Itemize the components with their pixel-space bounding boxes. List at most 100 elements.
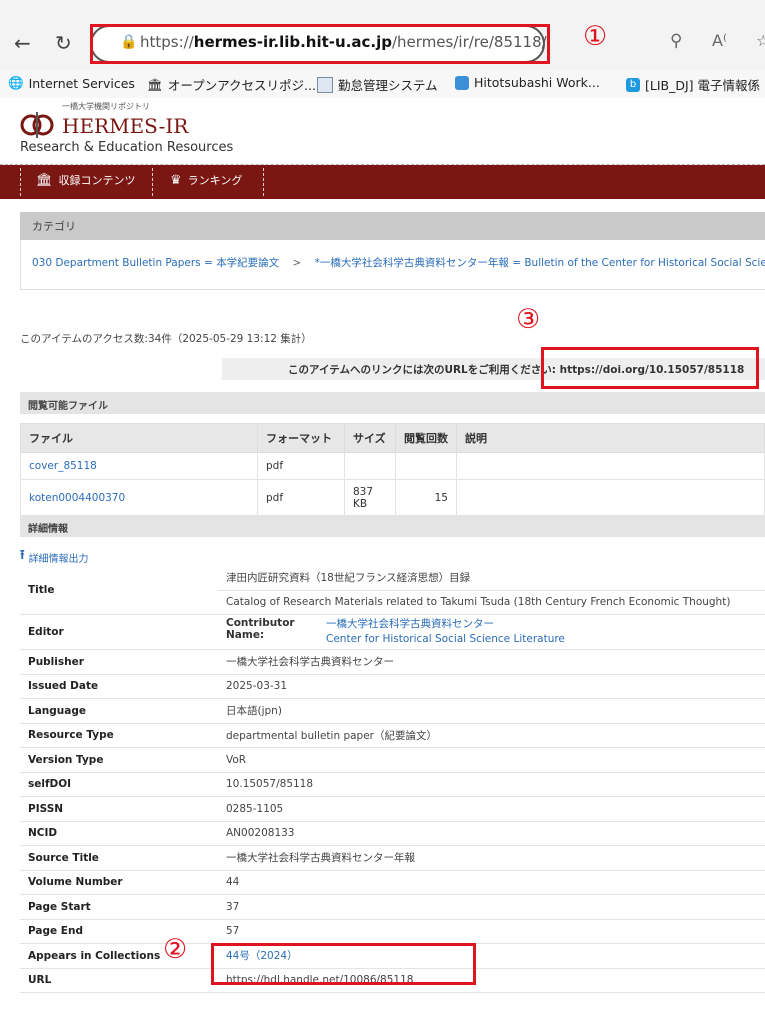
globe-icon: 🌐 [8, 75, 24, 90]
detail-value: 57 [218, 919, 765, 944]
bookmark-attendance[interactable]: 勤怠管理システム [317, 75, 438, 94]
annotation-3: ③ [516, 304, 541, 335]
category-header: カテゴリ [20, 212, 765, 240]
detail-key: Page Start [20, 894, 218, 920]
table-row: selfDOI 10.15057/85118 [20, 772, 765, 797]
table-row: Resource Type departmental bulletin paper… [20, 723, 765, 748]
b-app-icon: b [626, 77, 640, 92]
file-size [344, 452, 396, 480]
library-icon: 🏛 [36, 172, 53, 188]
contributor-link-en[interactable]: Center for Historical Social Science Lit… [326, 633, 565, 645]
crown-icon: ♛ [170, 172, 182, 188]
title-japanese: 津田内匠研究資料（18世紀フランス経済思想）目録 [218, 566, 765, 591]
file-link[interactable]: koten0004400370 [29, 492, 125, 504]
category-link-center[interactable]: *一橋大学社会科学古典資料センター年報 = Bulletin of the Ce… [315, 257, 765, 269]
detail-key: Source Title [20, 845, 218, 871]
detail-value: departmental bulletin paper（紀要論文） [218, 723, 765, 748]
contributor-label: Contributor Name: [226, 617, 295, 641]
file-views [395, 452, 457, 480]
detail-key: URL [20, 968, 218, 993]
category-link-bulletin[interactable]: 030 Department Bulletin Papers = 本学紀要論文 [32, 257, 279, 269]
table-row: Title 津田内匠研究資料（18世紀フランス経済思想）目録 [20, 566, 765, 615]
zoom-icon[interactable]: ⚲ [670, 31, 682, 51]
detail-value: 37 [218, 894, 765, 920]
files-section-header: 閲覧可能ファイル [20, 392, 765, 414]
detail-value: 44 [218, 870, 765, 895]
highlight-box-doi [541, 347, 759, 389]
file-size: 837 KB [344, 479, 396, 517]
nav-item-ranking[interactable]: ♛ ランキング [170, 172, 242, 188]
table-row: Editor Contributor Name: 一橋大学社会科学古典資料センター… [20, 614, 765, 650]
detail-key: Volume Number [20, 870, 218, 895]
back-arrow-icon[interactable]: ← [14, 31, 31, 55]
hermes-logo-icon[interactable] [20, 110, 54, 140]
highlight-box-url [90, 24, 550, 64]
col-file: ファイル [20, 423, 258, 453]
access-count: このアイテムのアクセス数:34件（2025-05-29 13:12 集計） [20, 333, 312, 345]
detail-table: Title 津田内匠研究資料（18世紀フランス経済思想）目録 Catalog o… [20, 566, 765, 993]
category-breadcrumb: 030 Department Bulletin Papers = 本学紀要論文 … [32, 255, 765, 270]
nav-divider [263, 168, 264, 196]
detail-section-header: 詳細情報 [20, 515, 765, 537]
bookmark-lib-dj[interactable]: b [LIB_DJ] 電子情報係 [626, 75, 760, 94]
detail-key: Publisher [20, 649, 218, 675]
detail-value: AN00208133 [218, 821, 765, 846]
nav-divider [152, 168, 153, 196]
read-aloud-icon[interactable]: A⁽ [712, 31, 727, 50]
editor-value: Contributor Name: 一橋大学社会科学古典資料センター Center … [218, 614, 765, 650]
upload-icon: ⭱ [20, 548, 25, 563]
bookmark-open-access[interactable]: 🏛 オープンアクセスリポジ... [147, 75, 316, 94]
detail-key: NCID [20, 821, 218, 846]
contributor-link-ja[interactable]: 一橋大学社会科学古典資料センター [326, 618, 494, 630]
col-size: サイズ [344, 423, 396, 453]
detail-key: Title [20, 566, 218, 615]
col-description: 説明 [456, 423, 765, 453]
breadcrumb-separator: > [292, 257, 302, 269]
detail-value: 0285-1105 [218, 796, 765, 822]
detail-key: Issued Date [20, 674, 218, 699]
detail-value: 日本語(jpn) [218, 698, 765, 724]
table-row: cover_85118 pdf [20, 452, 765, 480]
table-row: Page Start 37 [20, 894, 765, 920]
files-table: ファイル フォーマット サイズ 閲覧回数 説明 cover_85118 pdf … [20, 423, 765, 517]
detail-value: 一橋大学社会科学古典資料センター [218, 649, 765, 675]
detail-key: Editor [20, 614, 218, 650]
chart-icon [317, 76, 333, 93]
detail-value: 10.15057/85118 [218, 772, 765, 797]
highlight-box-handle [211, 943, 476, 985]
table-row: Source Title 一橋大学社会科学古典資料センター年報 [20, 845, 765, 871]
table-row: Publisher 一橋大学社会科学古典資料センター [20, 649, 765, 675]
detail-key: selfDOI [20, 772, 218, 797]
detail-key: PISSN [20, 796, 218, 822]
table-row: Page End 57 [20, 919, 765, 944]
annotation-1: ① [583, 21, 608, 52]
detail-key: Appears in Collections [20, 943, 218, 969]
table-row: Issued Date 2025-03-31 [20, 674, 765, 699]
file-description [456, 452, 765, 480]
logo-title[interactable]: HERMES-IR [62, 114, 188, 138]
table-row: Volume Number 44 [20, 870, 765, 895]
favorite-icon[interactable]: ☆ [756, 31, 765, 50]
detail-key: Language [20, 698, 218, 724]
col-views: 閲覧回数 [395, 423, 457, 453]
detail-value: 2025-03-31 [218, 674, 765, 699]
detail-key: Resource Type [20, 723, 218, 748]
table-row: Language 日本語(jpn) [20, 698, 765, 724]
detail-value: 一橋大学社会科学古典資料センター年報 [218, 845, 765, 871]
col-format: フォーマット [257, 423, 345, 453]
logo-subtitle: 一橋大学機関リポジトリ [62, 102, 150, 111]
detail-key: Version Type [20, 747, 218, 773]
file-link[interactable]: cover_85118 [29, 460, 97, 472]
reload-icon[interactable]: ↻ [55, 31, 72, 55]
detail-value: VoR [218, 747, 765, 773]
detail-key: Page End [20, 919, 218, 944]
file-format: pdf [257, 452, 345, 480]
building-icon: 🏛 [147, 76, 163, 92]
nav-item-contents[interactable]: 🏛 収録コンテンツ [36, 172, 136, 188]
nav-divider [20, 168, 21, 196]
bookmark-internet-services[interactable]: 🌐 Internet Services [8, 75, 135, 91]
export-details-link[interactable]: ⭱ 詳細情報出力 [20, 546, 89, 568]
bookmark-hitotsubashi-work[interactable]: Hitotsubashi Work... [455, 75, 600, 90]
teams-icon [455, 75, 469, 90]
table-row: Version Type VoR [20, 747, 765, 773]
